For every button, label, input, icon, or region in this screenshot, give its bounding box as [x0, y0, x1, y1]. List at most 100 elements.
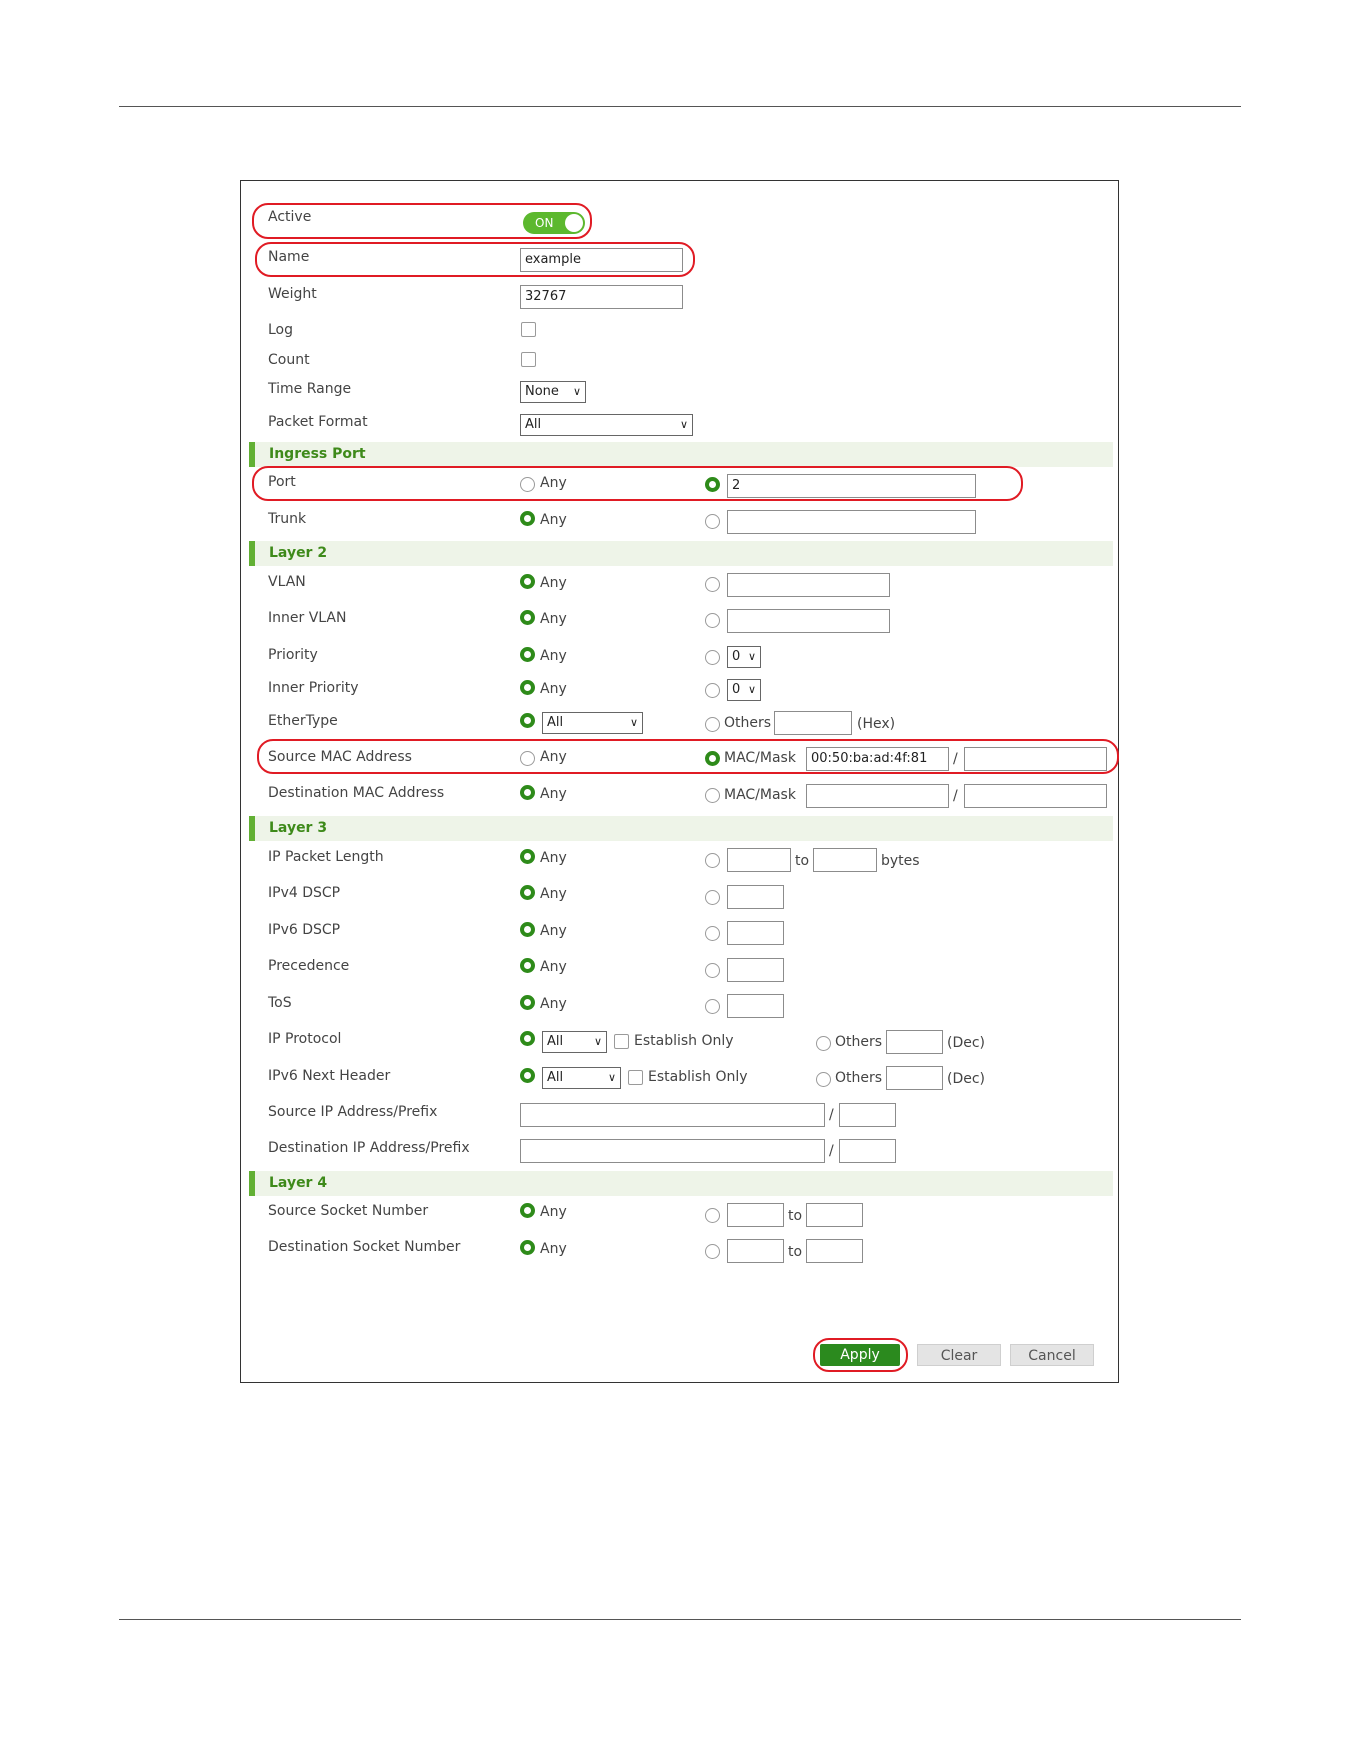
ip-protocol-others-radio[interactable]	[816, 1036, 831, 1051]
ipv6-next-all-radio[interactable]	[520, 1068, 535, 1083]
weight-input[interactable]: 32767	[520, 285, 683, 309]
time-range-label: Time Range	[268, 381, 352, 397]
dst-mac-mask-radio[interactable]	[705, 788, 720, 803]
ipv6-dscp-value-radio[interactable]	[705, 926, 720, 941]
footer-rule	[119, 1619, 1241, 1620]
inner-vlan-any-label: Any	[540, 611, 567, 627]
log-label: Log	[268, 322, 294, 338]
callout-name	[255, 242, 695, 277]
time-range-select[interactable]: None ∨	[520, 381, 586, 403]
inner-vlan-input[interactable]	[727, 609, 890, 633]
precedence-any-radio[interactable]	[520, 958, 535, 973]
ipv6-next-establish-label: Establish Only	[648, 1069, 748, 1085]
precedence-input[interactable]	[727, 958, 784, 982]
src-socket-label: Source Socket Number	[268, 1203, 429, 1219]
chevron-down-icon: ∨	[747, 650, 756, 663]
ethertype-others-label: Others	[724, 715, 772, 731]
log-checkbox[interactable]	[521, 322, 536, 337]
packet-format-value: All	[525, 417, 542, 432]
priority-select[interactable]: 0 ∨	[727, 646, 761, 668]
src-ip-prefix-input[interactable]	[839, 1103, 896, 1127]
priority-any-label: Any	[540, 648, 567, 664]
dst-ip-label: Destination IP Address/Prefix	[268, 1140, 470, 1156]
dst-mac-mask-input[interactable]	[964, 784, 1107, 808]
ip-protocol-establish-checkbox[interactable]	[614, 1034, 629, 1049]
cancel-button[interactable]: Cancel	[1010, 1344, 1094, 1366]
section-layer4: Layer 4	[249, 1171, 1113, 1196]
priority-label: Priority	[268, 647, 318, 663]
priority-value-radio[interactable]	[705, 650, 720, 665]
src-socket-any-radio[interactable]	[520, 1203, 535, 1218]
ipv6-dscp-any-radio[interactable]	[520, 922, 535, 937]
ip-protocol-all-radio[interactable]	[520, 1031, 535, 1046]
vlan-any-radio[interactable]	[520, 574, 535, 589]
tos-value-radio[interactable]	[705, 999, 720, 1014]
dst-socket-any-radio[interactable]	[520, 1240, 535, 1255]
ipv4-dscp-any-radio[interactable]	[520, 885, 535, 900]
ip-protocol-dec-label: (Dec)	[947, 1035, 986, 1051]
packet-format-select[interactable]: All ∨	[520, 414, 693, 436]
dst-mac-any-radio[interactable]	[520, 785, 535, 800]
ip-length-any-radio[interactable]	[520, 849, 535, 864]
src-socket-to-input[interactable]	[806, 1203, 863, 1227]
packet-format-label: Packet Format	[268, 414, 368, 430]
dst-ip-input[interactable]	[520, 1139, 825, 1163]
ethertype-label: EtherType	[268, 713, 338, 729]
inner-priority-value-radio[interactable]	[705, 683, 720, 698]
src-socket-from-input[interactable]	[727, 1203, 784, 1227]
tos-input[interactable]	[727, 994, 784, 1018]
ip-protocol-others-input[interactable]	[886, 1030, 943, 1054]
src-socket-range-radio[interactable]	[705, 1208, 720, 1223]
ipv6-dscp-input[interactable]	[727, 921, 784, 945]
inner-vlan-any-radio[interactable]	[520, 610, 535, 625]
ethertype-others-radio[interactable]	[705, 717, 720, 732]
ipv6-next-others-radio[interactable]	[816, 1072, 831, 1087]
callout-apply	[813, 1338, 908, 1372]
ipv6-next-select[interactable]: All ∨	[542, 1067, 621, 1089]
ipv6-next-others-input[interactable]	[886, 1066, 943, 1090]
header-rule	[119, 106, 1241, 107]
time-range-value: None	[525, 384, 559, 399]
ipv4-dscp-any-label: Any	[540, 886, 567, 902]
ipv6-dscp-any-label: Any	[540, 923, 567, 939]
ipv4-dscp-input[interactable]	[727, 885, 784, 909]
dst-socket-to-input[interactable]	[806, 1239, 863, 1263]
dst-mac-any-label: Any	[540, 786, 567, 802]
chevron-down-icon: ∨	[607, 1071, 616, 1084]
ip-protocol-select[interactable]: All ∨	[542, 1031, 607, 1053]
ip-length-range-radio[interactable]	[705, 853, 720, 868]
ip-length-from-input[interactable]	[727, 848, 791, 872]
inner-priority-select[interactable]: 0 ∨	[727, 679, 761, 701]
ip-protocol-establish-label: Establish Only	[634, 1033, 734, 1049]
tos-any-radio[interactable]	[520, 995, 535, 1010]
dst-mac-input[interactable]	[806, 784, 949, 808]
count-checkbox[interactable]	[521, 352, 536, 367]
inner-vlan-list-radio[interactable]	[705, 613, 720, 628]
chevron-down-icon: ∨	[679, 418, 688, 431]
precedence-label: Precedence	[268, 958, 350, 974]
ethertype-all-radio[interactable]	[520, 713, 535, 728]
trunk-input[interactable]	[727, 510, 976, 534]
ip-length-to-input[interactable]	[813, 848, 877, 872]
priority-any-radio[interactable]	[520, 647, 535, 662]
src-ip-input[interactable]	[520, 1103, 825, 1127]
clear-button[interactable]: Clear	[917, 1344, 1001, 1366]
inner-priority-any-label: Any	[540, 681, 567, 697]
weight-label: Weight	[268, 286, 317, 302]
precedence-value-radio[interactable]	[705, 963, 720, 978]
vlan-list-radio[interactable]	[705, 577, 720, 592]
ipv4-dscp-value-radio[interactable]	[705, 890, 720, 905]
vlan-input[interactable]	[727, 573, 890, 597]
dst-socket-from-input[interactable]	[727, 1239, 784, 1263]
dst-ip-prefix-input[interactable]	[839, 1139, 896, 1163]
dst-socket-range-radio[interactable]	[705, 1244, 720, 1259]
ipv6-dscp-label: IPv6 DSCP	[268, 922, 341, 938]
inner-priority-any-radio[interactable]	[520, 680, 535, 695]
callout-active	[252, 203, 592, 239]
trunk-any-radio[interactable]	[520, 511, 535, 526]
ethertype-others-input[interactable]	[774, 711, 852, 735]
ethertype-select[interactable]: All ∨	[542, 712, 643, 734]
trunk-any-label: Any	[540, 512, 567, 528]
trunk-list-radio[interactable]	[705, 514, 720, 529]
ipv6-next-establish-checkbox[interactable]	[628, 1070, 643, 1085]
